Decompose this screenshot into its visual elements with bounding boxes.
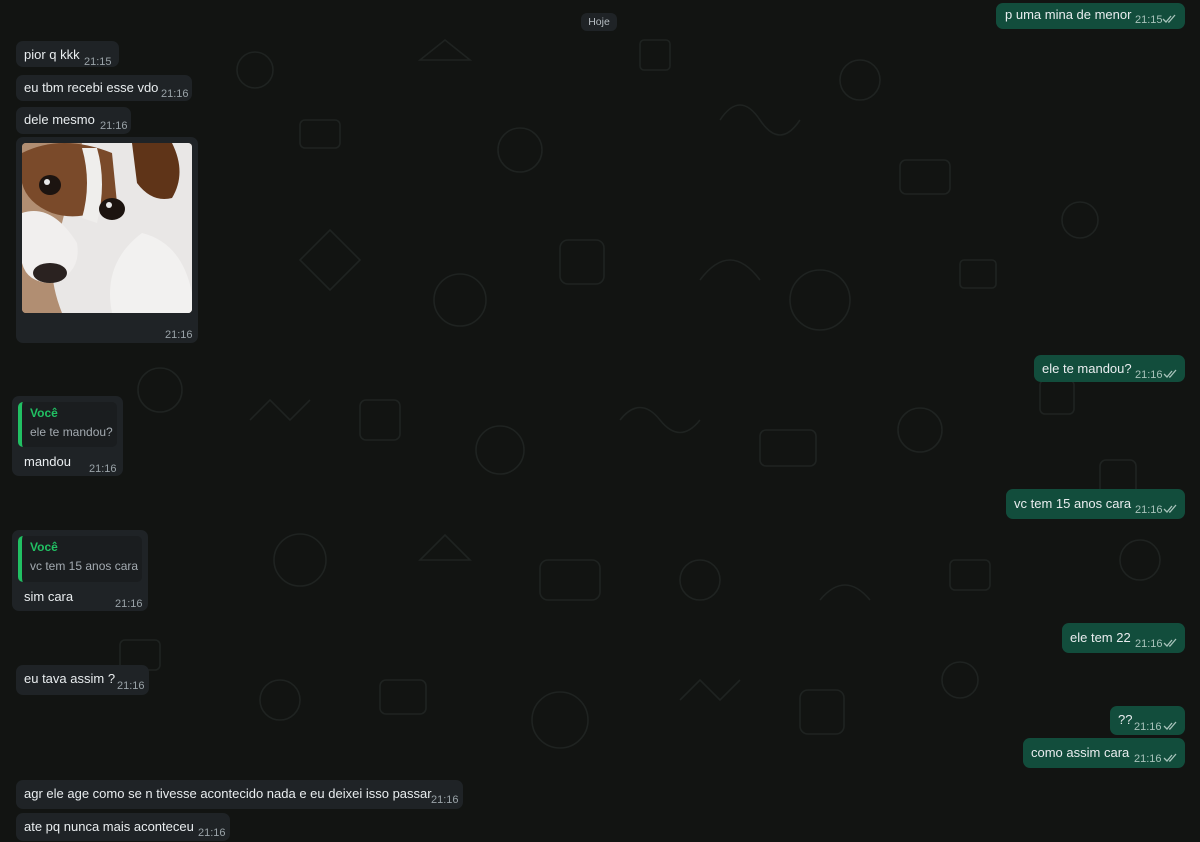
- message-text: ate pq nunca mais aconteceu: [24, 819, 194, 834]
- message-time: 21:16: [89, 463, 117, 475]
- incoming-message[interactable]: eu tava assim ? 21:16: [16, 665, 149, 695]
- message-text: como assim cara: [1031, 745, 1130, 760]
- message-text: sim cara: [24, 589, 74, 604]
- message-time: 21:16: [1135, 369, 1163, 381]
- chat-wallpaper: [119, 38, 1161, 749]
- puppy-photo[interactable]: [22, 143, 192, 313]
- message-time: 21:16: [198, 827, 226, 839]
- message-time: 21:16: [1135, 504, 1163, 516]
- message-time: 21:16: [431, 794, 459, 806]
- outgoing-message[interactable]: p uma mina de menor 21:15: [996, 3, 1185, 29]
- quote-text: ele te mandou?: [30, 425, 113, 439]
- incoming-message[interactable]: pior q kkk 21:15: [16, 41, 119, 68]
- message-time: 21:16: [117, 680, 145, 692]
- double-check-icon: [1163, 638, 1177, 647]
- double-check-icon: [1163, 369, 1177, 378]
- incoming-image-message[interactable]: 21:16: [16, 137, 198, 343]
- quote-text: vc tem 15 anos cara: [30, 559, 139, 573]
- double-check-icon: [1163, 753, 1177, 762]
- incoming-message[interactable]: agr ele age como se n tivesse acontecido…: [16, 780, 463, 809]
- double-check-icon: [1163, 504, 1177, 513]
- message-text: mandou: [24, 454, 71, 469]
- message-text: dele mesmo: [24, 112, 95, 127]
- message-text: ??: [1118, 712, 1133, 727]
- outgoing-message[interactable]: como assim cara 21:16: [1023, 738, 1185, 768]
- message-text: pior q kkk: [24, 47, 80, 62]
- quoted-message[interactable]: Você vc tem 15 anos cara: [18, 536, 142, 582]
- message-text: agr ele age como se n tivesse acontecido…: [24, 786, 432, 801]
- double-check-icon: [1163, 721, 1177, 730]
- double-check-icon: [1162, 14, 1176, 23]
- message-time: 21:16: [1134, 753, 1162, 765]
- quoted-message[interactable]: Você ele te mandou?: [18, 402, 117, 447]
- day-separator: Hoje: [581, 13, 617, 31]
- message-time: 21:15: [84, 56, 112, 68]
- message-text: eu tava assim ?: [24, 671, 116, 686]
- message-time: 21:16: [1134, 721, 1162, 733]
- message-time: 21:16: [165, 329, 193, 341]
- outgoing-message[interactable]: vc tem 15 anos cara 21:16: [1006, 489, 1185, 519]
- message-time: 21:15: [1135, 14, 1163, 26]
- outgoing-message[interactable]: ele tem 22 21:16: [1062, 623, 1185, 653]
- message-text: ele tem 22: [1070, 630, 1131, 645]
- message-time: 21:16: [115, 598, 143, 610]
- incoming-message[interactable]: ate pq nunca mais aconteceu 21:16: [16, 813, 230, 841]
- outgoing-message[interactable]: ele te mandou? 21:16: [1034, 355, 1185, 382]
- incoming-reply-message[interactable]: Você vc tem 15 anos cara sim cara 21:16: [12, 530, 148, 611]
- outgoing-message[interactable]: ?? 21:16: [1110, 706, 1185, 735]
- incoming-message[interactable]: eu tbm recebi esse vdo 21:16: [16, 75, 192, 101]
- message-text: eu tbm recebi esse vdo: [24, 80, 159, 95]
- message-time: 21:16: [161, 88, 189, 100]
- incoming-reply-message[interactable]: Você ele te mandou? mandou 21:16: [12, 396, 123, 476]
- message-time: 21:16: [1135, 638, 1163, 650]
- quote-author: Você: [30, 540, 58, 554]
- message-time: 21:16: [100, 120, 128, 132]
- message-text: ele te mandou?: [1042, 361, 1132, 376]
- message-text: p uma mina de menor: [1005, 7, 1132, 22]
- quote-author: Você: [30, 406, 58, 420]
- message-text: vc tem 15 anos cara: [1014, 496, 1132, 511]
- incoming-message[interactable]: dele mesmo 21:16: [16, 107, 131, 134]
